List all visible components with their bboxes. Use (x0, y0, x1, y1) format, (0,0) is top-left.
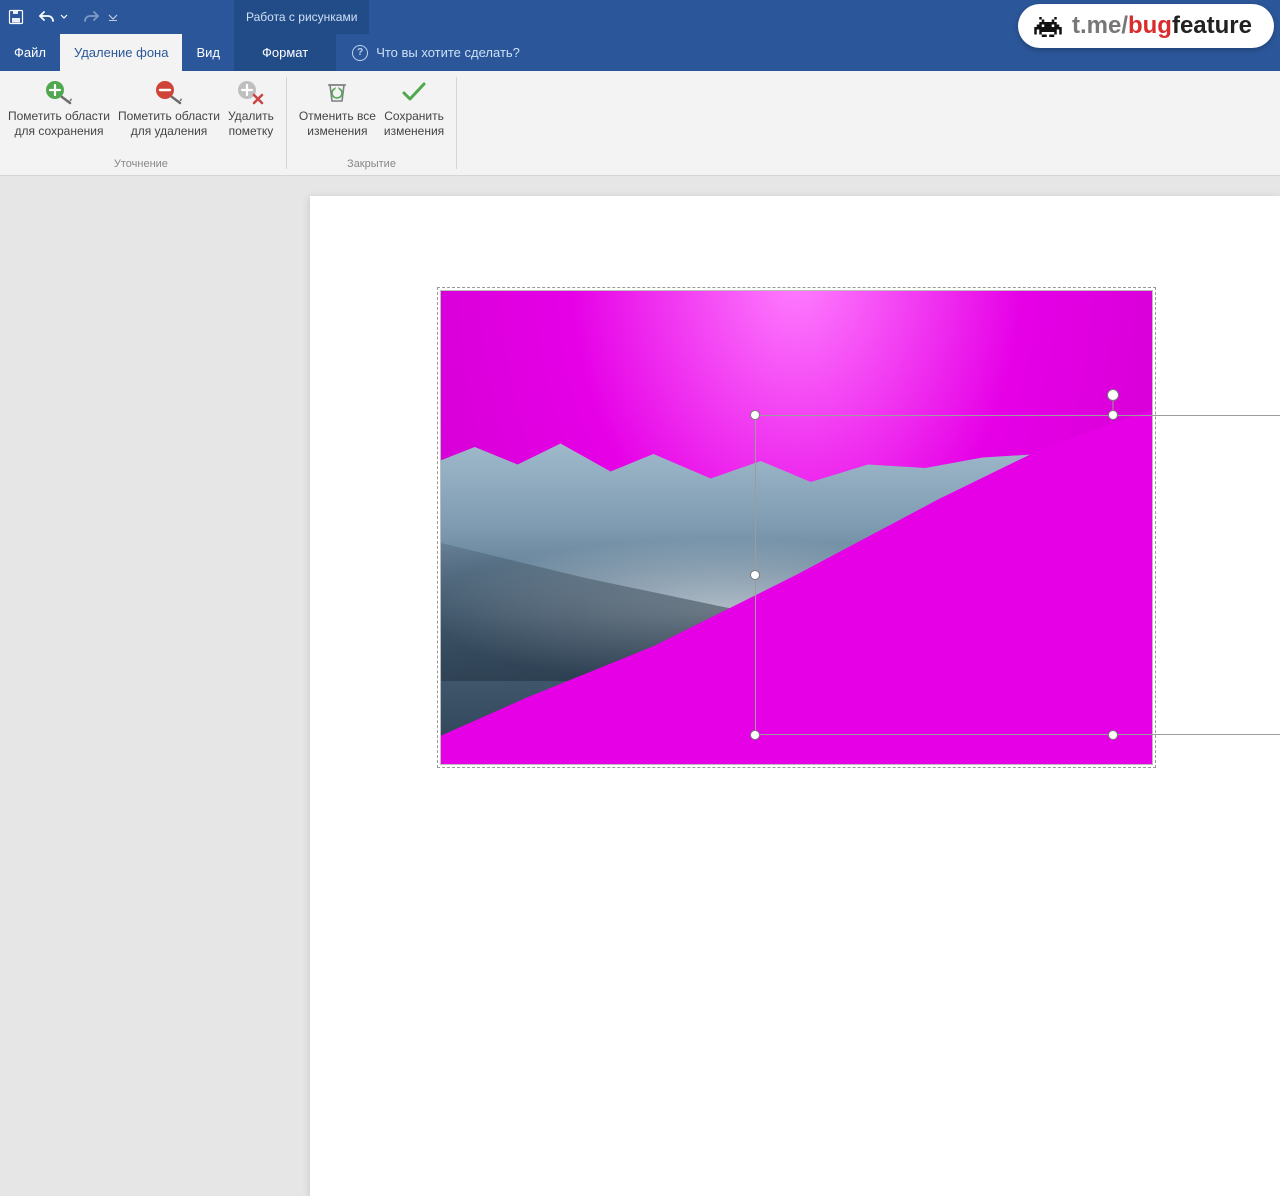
discard-all-changes-button[interactable]: Отменить всеизменения (295, 75, 380, 141)
qat-customize-icon[interactable] (108, 12, 118, 22)
keep-changes-button[interactable]: Сохранитьизменения (380, 75, 448, 141)
mark-areas-to-keep-button[interactable]: Пометить областидля сохранения (4, 75, 114, 141)
group-label-refine: Уточнение (114, 154, 168, 175)
plus-circle-green-icon (39, 77, 79, 107)
save-icon[interactable] (8, 9, 24, 25)
tab-remove-background[interactable]: Удаление фона (60, 34, 183, 71)
minus-circle-red-icon (149, 77, 189, 107)
undo-icon[interactable] (38, 10, 68, 24)
group-refine: Пометить областидля сохранения Пометить … (0, 71, 282, 175)
redo-icon (82, 10, 100, 24)
recycle-bucket-icon (317, 77, 357, 107)
checkmark-icon (394, 77, 434, 107)
group-close: Отменить всеизменения Сохранитьизменения… (291, 71, 452, 175)
document-area (0, 176, 1280, 833)
tell-me-search[interactable]: Что вы хотите сделать? (336, 34, 536, 71)
space-invader-icon (1034, 16, 1062, 36)
watermark-prefix: t.me/ (1072, 12, 1128, 39)
mark-areas-to-remove-button[interactable]: Пометить областидля удаления (114, 75, 224, 141)
lightbulb-icon (352, 45, 368, 61)
tab-view[interactable]: Вид (182, 34, 234, 71)
tell-me-placeholder: Что вы хотите сделать? (376, 45, 520, 60)
contextual-tab-title: Работа с рисунками (234, 0, 369, 34)
left-gutter (0, 176, 310, 833)
watermark-suffix: feature (1172, 12, 1252, 39)
quick-access-toolbar (8, 9, 118, 25)
tab-format[interactable]: Формат (234, 34, 336, 71)
watermark-red: bug (1128, 12, 1172, 39)
plus-circle-gray-x-icon (231, 77, 271, 107)
page-canvas[interactable] (310, 196, 1280, 1196)
group-label-close: Закрытие (347, 154, 396, 175)
delete-mark-button[interactable]: Удалитьпометку (224, 75, 278, 141)
ribbon-separator (286, 77, 287, 169)
tab-file[interactable]: Файл (0, 34, 60, 71)
watermark-badge: t.me/bugfeature (1018, 4, 1274, 48)
ribbon: Пометить областидля сохранения Пометить … (0, 71, 1280, 176)
picture-object[interactable] (440, 290, 1153, 765)
ribbon-separator (456, 77, 457, 169)
